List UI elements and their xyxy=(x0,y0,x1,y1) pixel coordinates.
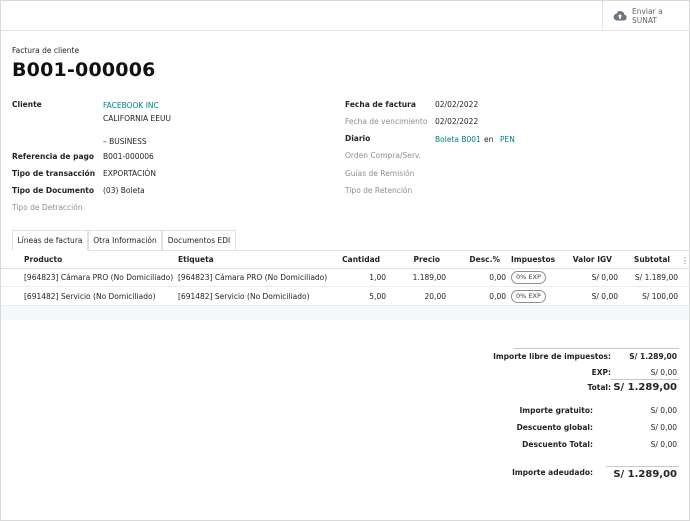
tipo-documento-label: Tipo de Documento xyxy=(12,186,95,195)
adeudado-divider xyxy=(606,466,679,467)
col-subtotal[interactable]: Subtotal xyxy=(629,255,670,264)
row-cantidad: 5,00 xyxy=(369,292,386,301)
tax-badge: 0% EXP xyxy=(511,271,546,284)
descuento-total-value: S/ 0,00 xyxy=(650,440,677,449)
diario-label: Diario xyxy=(345,134,371,143)
col-valor-igv[interactable]: Valor IGV xyxy=(566,255,612,264)
total-value: S/ 1.289,00 xyxy=(613,382,677,393)
exp-label: EXP: xyxy=(591,368,611,377)
document-number: B001-000006 xyxy=(12,59,156,81)
tab-lineas-factura[interactable]: Líneas de factura xyxy=(12,230,88,251)
importe-gratuito-label: Importe gratuito: xyxy=(519,406,593,415)
totals-top-divider xyxy=(514,348,679,349)
total-label: Total: xyxy=(587,383,612,392)
currency-link[interactable]: PEN xyxy=(500,135,515,144)
table-footer xyxy=(1,306,689,320)
fecha-factura-field[interactable]: 02/02/2022 xyxy=(435,100,478,109)
send-sunat-line1: Enviar a xyxy=(632,7,663,16)
row-etiqueta: [964823] Cámara PRO (No Domiciliado) xyxy=(178,273,328,282)
cliente-address-line1: CALIFORNIA EEUU xyxy=(103,114,171,123)
tab-otra-informacion[interactable]: Otra Información xyxy=(88,230,162,251)
row-valor-igv: S/ 0,00 xyxy=(591,273,618,282)
tipo-retencion-label: Tipo de Retención xyxy=(345,186,413,195)
row-valor-igv: S/ 0,00 xyxy=(591,292,618,301)
diario-link[interactable]: Boleta B001 xyxy=(435,135,481,144)
importe-gratuito-value: S/ 0,00 xyxy=(650,406,677,415)
importe-libre-value: S/ 1.289,00 xyxy=(629,352,677,361)
col-precio[interactable]: Precio xyxy=(391,255,440,264)
col-etiqueta[interactable]: Etiqueta xyxy=(178,255,214,264)
row-descuento: 0,00 xyxy=(489,292,506,301)
total-divider xyxy=(611,379,679,380)
action-bar: Enviar a SUNAT xyxy=(1,1,689,31)
row-subtotal: S/ 100,00 xyxy=(642,292,678,301)
tipo-transaccion-field[interactable]: EXPORTACIÓN xyxy=(103,169,156,178)
table-row[interactable]: [691482] Servicio (No Domiciliado) [6914… xyxy=(1,287,689,306)
send-sunat-line2: SUNAT xyxy=(632,16,657,25)
column-options-icon[interactable]: ⋮ xyxy=(681,256,689,265)
guias-remision-label: Guías de Remisión xyxy=(345,169,415,178)
row-precio: 20,00 xyxy=(424,292,446,301)
table-row[interactable]: [964823] Cámara PRO (No Domiciliado) [96… xyxy=(1,268,689,287)
col-impuestos[interactable]: Impuestos xyxy=(511,255,555,264)
cliente-address-line2: – BUSINESS xyxy=(103,137,147,146)
row-precio: 1.189,00 xyxy=(412,273,446,282)
row-cantidad: 1,00 xyxy=(369,273,386,282)
tipo-transaccion-label: Tipo de transacción xyxy=(12,169,96,178)
col-descuento[interactable]: Desc.% xyxy=(456,255,500,264)
row-etiqueta: [691482] Servicio (No Domiciliado) xyxy=(178,292,310,301)
diario-en-text: en xyxy=(484,135,494,144)
tipo-documento-field[interactable]: (03) Boleta xyxy=(103,186,145,195)
descuento-global-value: S/ 0,00 xyxy=(650,423,677,432)
referencia-pago-field[interactable]: B001-000006 xyxy=(103,152,154,161)
send-sunat-label: Enviar a SUNAT xyxy=(632,7,682,25)
tax-badge: 0% EXP xyxy=(511,290,546,303)
cloud-upload-icon xyxy=(613,11,627,21)
fecha-factura-label: Fecha de factura xyxy=(345,100,416,109)
document-type-label: Factura de cliente xyxy=(12,46,80,55)
fecha-vencimiento-label: Fecha de vencimiento xyxy=(345,117,428,126)
descuento-global-label: Descuento global: xyxy=(516,423,593,432)
referencia-pago-label: Referencia de pago xyxy=(12,152,95,161)
exp-value: S/ 0,00 xyxy=(650,368,677,377)
fecha-vencimiento-field[interactable]: 02/02/2022 xyxy=(435,117,478,126)
importe-adeudado-label: Importe adeudado: xyxy=(512,468,593,477)
row-producto: [691482] Servicio (No Domiciliado) xyxy=(24,292,156,301)
importe-libre-label: Importe libre de impuestos: xyxy=(493,352,611,361)
invoice-sheet: Enviar a SUNAT Factura de cliente B001-0… xyxy=(0,0,690,521)
send-sunat-button[interactable]: Enviar a SUNAT xyxy=(602,1,689,31)
row-subtotal: S/ 1.189,00 xyxy=(634,273,678,282)
row-descuento: 0,00 xyxy=(489,273,506,282)
tab-documentos-edi[interactable]: Documentos EDI xyxy=(162,230,236,251)
col-cantidad[interactable]: Cantidad xyxy=(331,255,380,264)
importe-adeudado-value: S/ 1.289,00 xyxy=(613,469,677,480)
row-producto: [964823] Cámara PRO (No Domiciliado) xyxy=(24,273,174,282)
cliente-link[interactable]: FACEBOOK INC xyxy=(103,101,159,110)
orden-compra-label: Orden Compra/Serv. xyxy=(345,151,422,160)
col-producto[interactable]: Producto xyxy=(24,255,62,264)
cliente-label: Cliente xyxy=(12,100,42,109)
descuento-total-label: Descuento Total: xyxy=(522,440,593,449)
tipo-detraccion-label: Tipo de Detracción xyxy=(12,203,83,212)
